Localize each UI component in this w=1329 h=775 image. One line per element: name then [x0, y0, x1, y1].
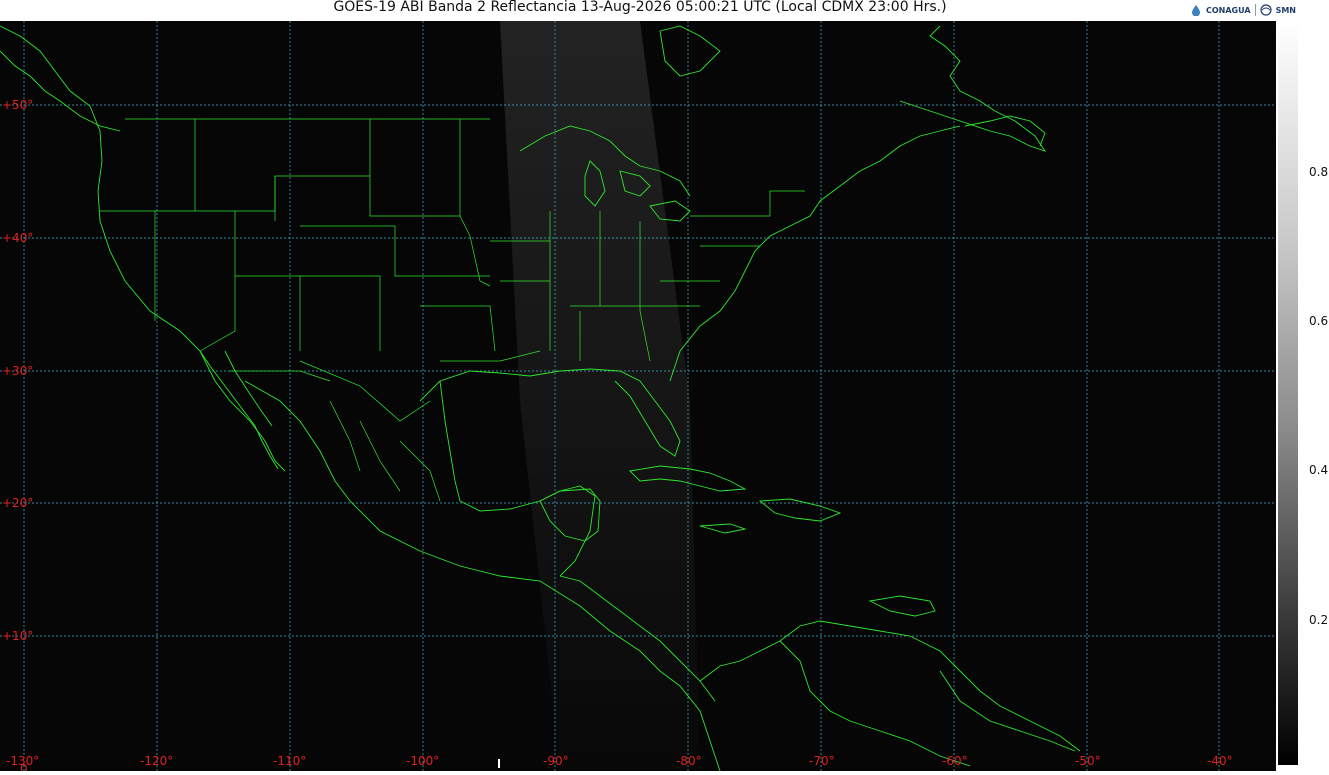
lat-label-10: +10° — [2, 629, 34, 643]
lon-label-40: -40° — [1207, 754, 1233, 768]
lat-label-50: +50° — [2, 98, 34, 112]
state-borders — [100, 118, 805, 502]
lat-label-40: +40° — [2, 231, 34, 245]
conagua-logo-icon — [1192, 5, 1200, 16]
logo-divider — [1254, 4, 1256, 16]
lon-label-100: -100° — [406, 754, 440, 768]
satellite-map: +50° +40° +30° +20° +10° -130° -120° -11… — [0, 21, 1276, 771]
colorbar-tick-0-2: 0.2 — [1309, 613, 1329, 627]
agency-logos: CONAGUA SMN — [1190, 2, 1296, 18]
smn-logo-icon — [1259, 4, 1272, 16]
lon-label-60: -60° — [942, 754, 968, 768]
lat-label-20: +20° — [2, 496, 34, 510]
lon-label-80: -80° — [676, 754, 702, 768]
lon-label-90: -90° — [543, 754, 569, 768]
reflectance-colorbar — [1278, 21, 1298, 765]
image-title: GOES-19 ABI Banda 2 Reflectancia 13-Aug-… — [333, 0, 947, 15]
lat-label-30: +30° — [2, 364, 34, 378]
colorbar-tick-0-4: 0.4 — [1309, 463, 1329, 477]
lon-label-70: -70° — [809, 754, 835, 768]
colorbar-tick-0-8: 0.8 — [1309, 165, 1329, 179]
sunlight-band — [500, 21, 700, 771]
lon-label-120: -120° — [140, 754, 174, 768]
conagua-logo-text: CONAGUA — [1206, 5, 1251, 15]
bottom-left-digit: 0 — [20, 762, 28, 771]
map-canvas — [0, 21, 1276, 771]
lon-label-110: -110° — [273, 754, 307, 768]
axis-tick-mark — [498, 759, 500, 768]
lon-label-50: -50° — [1075, 754, 1101, 768]
colorbar-tick-0-6: 0.6 — [1309, 314, 1329, 328]
smn-logo-text: SMN — [1275, 5, 1296, 15]
